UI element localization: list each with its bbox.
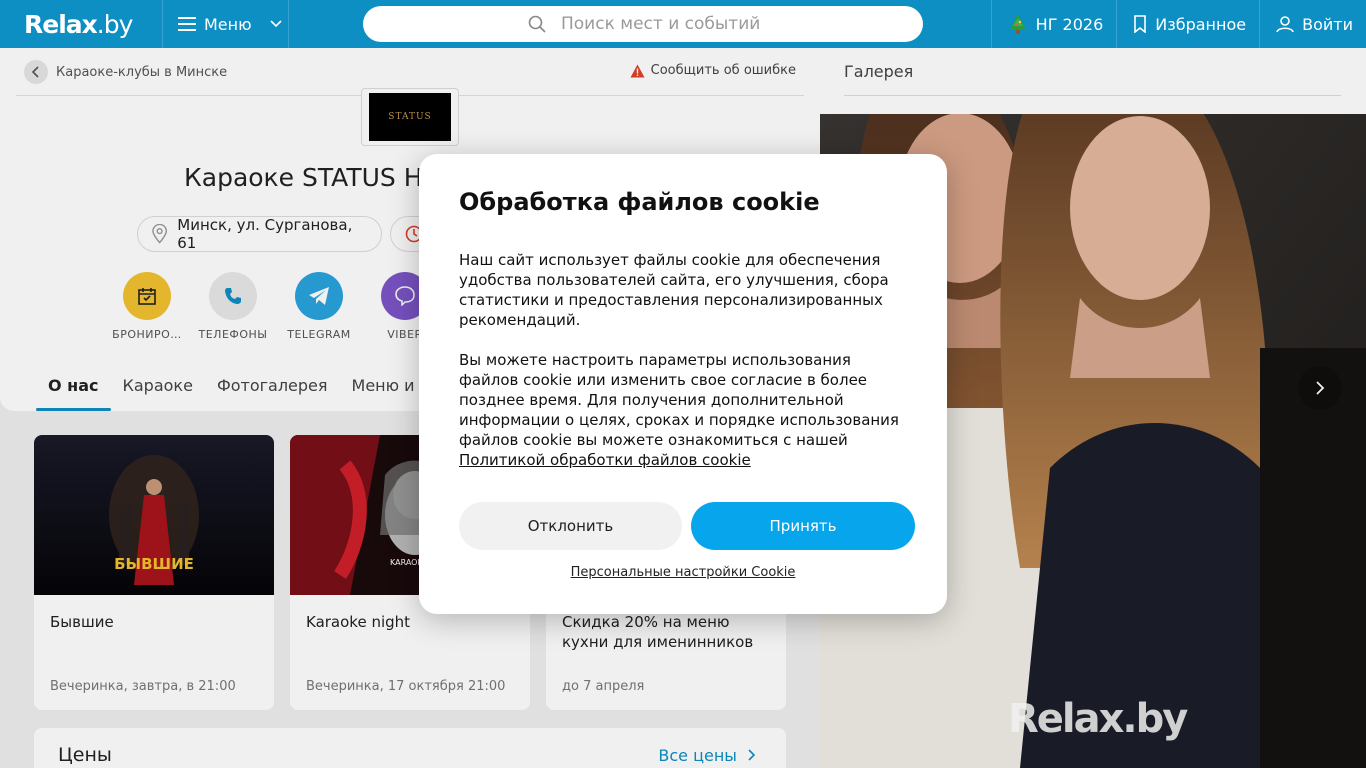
cookie-text-intro: Наш сайт использует файлы cookie для обе… [459, 251, 889, 329]
cookie-settings-link[interactable]: Персональные настройки Cookie [419, 565, 947, 580]
bookmark-icon [1134, 15, 1147, 33]
site-logo[interactable]: Relax .by [0, 0, 163, 48]
favorites-link[interactable]: Избранное [1116, 0, 1259, 48]
login-label: Войти [1302, 14, 1353, 34]
top-header: Relax .by Меню Поиск мест и событий НГ 20… [0, 0, 1366, 48]
menu-label: Меню [204, 14, 252, 34]
hamburger-icon [178, 17, 196, 31]
search-icon [528, 15, 546, 33]
search-input[interactable]: Поиск мест и событий [363, 6, 923, 42]
cookie-dialog: Обработка файлов cookie Наш сайт использ… [419, 154, 947, 614]
new-year-label: НГ 2026 [1035, 14, 1104, 34]
cookie-policy-link[interactable]: Политикой обработки файлов cookie [459, 451, 751, 469]
new-year-link[interactable]: НГ 2026 [990, 0, 1117, 48]
christmas-tree-icon [1009, 14, 1026, 34]
cookie-text-settings-body: Вы можете настроить параметры использова… [459, 351, 899, 449]
login-link[interactable]: Войти [1259, 0, 1366, 48]
user-icon [1276, 16, 1294, 33]
favorites-label: Избранное [1155, 14, 1247, 34]
chevron-down-icon [270, 20, 282, 28]
cookie-dialog-title: Обработка файлов cookie [459, 188, 820, 216]
logo-text: Relax [24, 9, 98, 39]
accept-button[interactable]: Принять [691, 502, 915, 550]
search-placeholder: Поиск мест и событий [561, 14, 761, 34]
cookie-text-settings: Вы можете настроить параметры использова… [459, 350, 909, 470]
logo-domain: .by [96, 9, 134, 39]
decline-button[interactable]: Отклонить [459, 502, 682, 550]
menu-button[interactable]: Меню [163, 0, 289, 48]
